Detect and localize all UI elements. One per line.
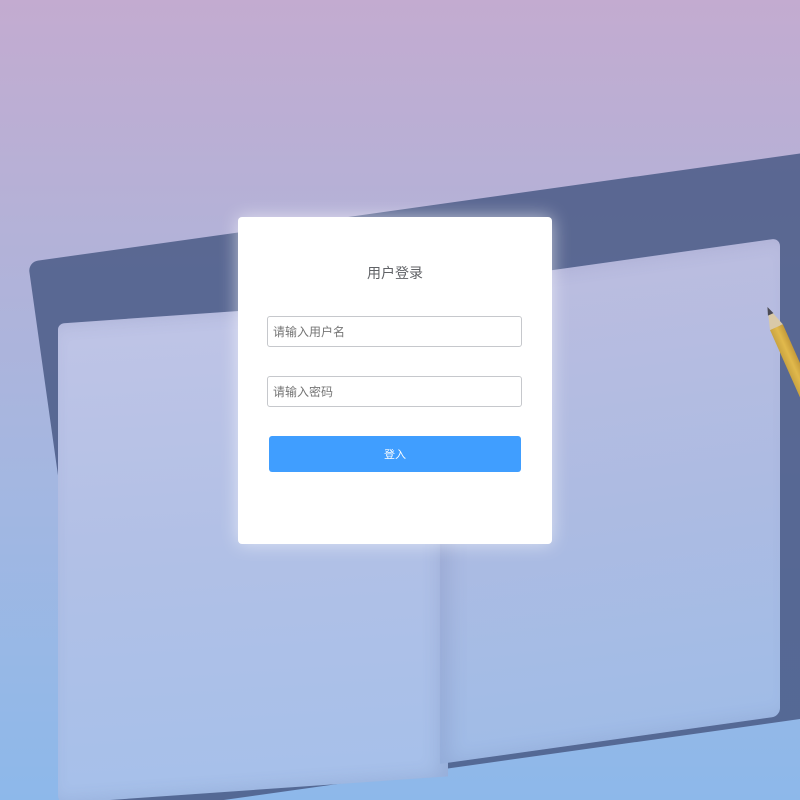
password-input[interactable] xyxy=(267,376,522,407)
login-button[interactable]: 登入 xyxy=(269,436,521,472)
login-title: 用户登录 xyxy=(367,266,423,282)
login-card: 用户登录 登入 xyxy=(238,217,552,544)
username-input[interactable] xyxy=(267,316,522,347)
